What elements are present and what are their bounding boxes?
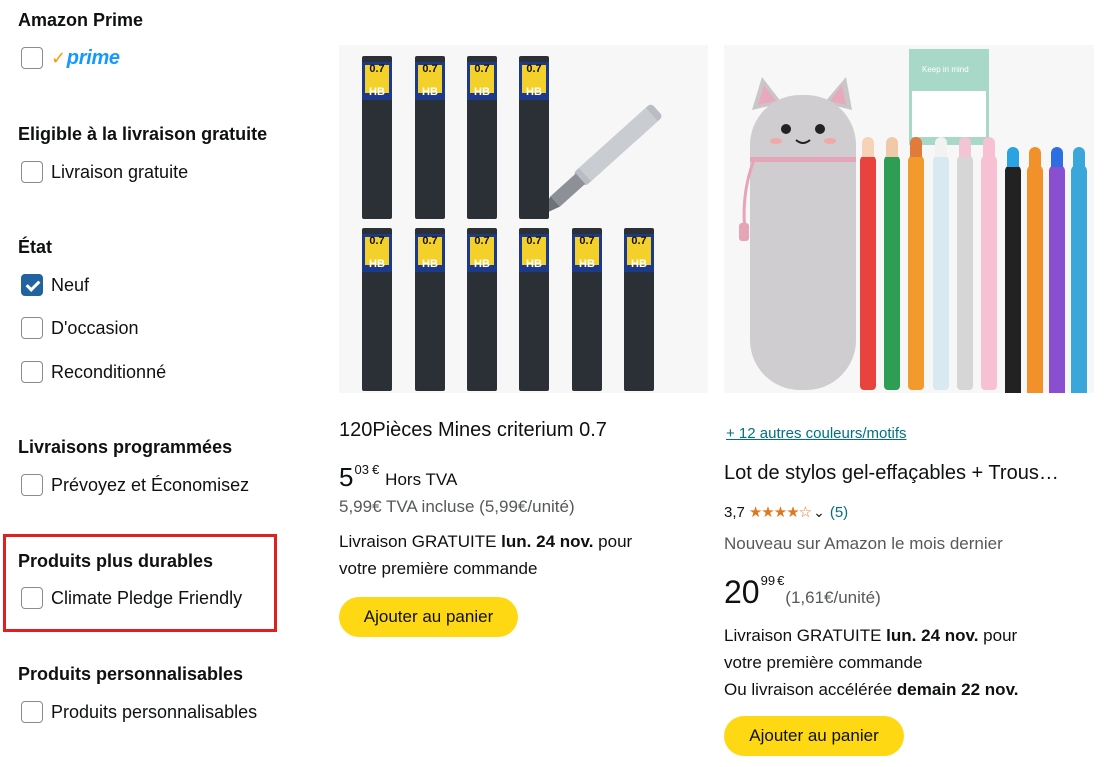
filter-title-scheduled: Livraisons programmées bbox=[18, 437, 233, 457]
filter-option-used[interactable]: D'occasion bbox=[21, 316, 138, 340]
filter-option-refurbished[interactable]: Reconditionné bbox=[21, 360, 166, 384]
filter-title-prime: Amazon Prime bbox=[18, 10, 144, 30]
filter-title-condition: État bbox=[18, 237, 53, 257]
gel-pen bbox=[1071, 147, 1087, 393]
scheduled-checkbox[interactable] bbox=[21, 474, 43, 496]
more-variants-link[interactable]: + 12 autres couleurs/motifs bbox=[726, 425, 907, 442]
gel-pen bbox=[908, 137, 924, 390]
prime-checkbox[interactable] bbox=[21, 47, 43, 69]
price-fraction: 03 bbox=[354, 462, 369, 477]
gel-pen bbox=[981, 137, 997, 390]
filter-option-prime[interactable]: ✓ prime bbox=[21, 46, 120, 70]
lead-tube: 0.7 HB bbox=[624, 228, 654, 391]
free-shipping-label: Livraison gratuite bbox=[51, 161, 189, 182]
star-rating-icon: ★★★★☆ bbox=[748, 504, 812, 521]
climate-pledge-checkbox[interactable] bbox=[21, 587, 43, 609]
delivery-date: lun. 24 nov. bbox=[501, 532, 594, 551]
price-symbol: € bbox=[777, 573, 785, 588]
delivery-prefix: Livraison GRATUITE bbox=[724, 626, 887, 645]
lead-tube: 0.7 HB bbox=[519, 228, 549, 391]
express-delivery-date: demain 22 nov. bbox=[896, 680, 1019, 699]
rating-row[interactable]: 3,7 ★★★★☆ ⌄ (5) bbox=[724, 503, 848, 522]
express-delivery-prefix: Ou livraison accélérée bbox=[724, 680, 897, 699]
delivery-line2: votre première commande bbox=[724, 653, 923, 672]
filter-option-customizable[interactable]: Produits personnalisables bbox=[21, 700, 257, 724]
unit-price: (1,61€/unité) bbox=[785, 588, 881, 607]
prime-logo: ✓ prime bbox=[51, 47, 120, 70]
lead-tube: 0.7 HB bbox=[519, 56, 549, 219]
delivery-date: lun. 24 nov. bbox=[886, 626, 979, 645]
filter-option-free-shipping[interactable]: Livraison gratuite bbox=[21, 160, 188, 184]
price-tax-note: Hors TVA bbox=[385, 470, 458, 489]
product-title[interactable]: 120Pièces Mines criterium 0.7 bbox=[339, 419, 607, 442]
product-image-gel-pens[interactable]: Keep in mind bbox=[724, 45, 1094, 393]
product-price: 5 03 € Hors TVA bbox=[339, 462, 457, 492]
lead-tube: 0.7 HB bbox=[572, 228, 602, 391]
delivery-suffix: pour bbox=[593, 532, 633, 551]
gel-pen bbox=[1049, 147, 1065, 393]
new-checkbox[interactable] bbox=[21, 274, 43, 296]
price-symbol: € bbox=[371, 462, 380, 477]
filter-title-durable: Produits plus durables bbox=[18, 551, 214, 571]
prime-logo-text: prime bbox=[66, 46, 120, 69]
gel-pen bbox=[884, 137, 900, 390]
scheduled-label: Prévoyez et Économisez bbox=[51, 474, 250, 495]
add-to-cart-button[interactable]: Ajouter au panier bbox=[339, 597, 518, 637]
climate-pledge-label: Climate Pledge Friendly bbox=[51, 587, 243, 608]
prime-check-icon: ✓ bbox=[51, 47, 66, 68]
rating-value: 3,7 bbox=[724, 503, 745, 521]
gel-pen bbox=[957, 137, 973, 390]
filter-title-free-shipping: Eligible à la livraison gratuite bbox=[18, 124, 268, 144]
customizable-label: Produits personnalisables bbox=[51, 701, 258, 722]
add-to-cart-button[interactable]: Ajouter au panier bbox=[724, 716, 904, 756]
refurbished-label: Reconditionné bbox=[51, 361, 167, 382]
product-image-lead-refills[interactable]: 0.7 HB 0.7 HB 0.7 HB 0.7 HB 0.7 HB 0.7 H… bbox=[339, 45, 708, 393]
free-shipping-checkbox[interactable] bbox=[21, 161, 43, 183]
used-checkbox[interactable] bbox=[21, 317, 43, 339]
lead-tube: 0.7 HB bbox=[415, 56, 445, 219]
lead-tube: 0.7 HB bbox=[362, 228, 392, 391]
price-whole: 20 bbox=[724, 574, 760, 610]
product-title[interactable]: Lot de stylos gel-effaçables + Trous… bbox=[724, 462, 1059, 485]
sticky-note-text: Keep in mind bbox=[922, 65, 969, 74]
lead-tube: 0.7 HB bbox=[415, 228, 445, 391]
review-count[interactable]: (5) bbox=[830, 504, 848, 521]
chevron-down-icon[interactable]: ⌄ bbox=[813, 504, 825, 521]
delivery-prefix: Livraison GRATUITE bbox=[339, 532, 502, 551]
filter-title-customizable: Produits personnalisables bbox=[18, 664, 244, 684]
lead-tube: 0.7 HB bbox=[362, 56, 392, 219]
price-incl-tax: 5,99€ TVA incluse (5,99€/unité) bbox=[339, 497, 575, 516]
delivery-line2: votre première commande bbox=[339, 559, 538, 578]
delivery-info: Livraison GRATUITE lun. 24 nov. pour vot… bbox=[724, 622, 1018, 703]
delivery-suffix: pour bbox=[978, 626, 1018, 645]
customizable-checkbox[interactable] bbox=[21, 701, 43, 723]
gel-pen bbox=[1027, 147, 1043, 393]
refurbished-checkbox[interactable] bbox=[21, 361, 43, 383]
delivery-info: Livraison GRATUITE lun. 24 nov. pour vot… bbox=[339, 528, 632, 582]
gel-pen bbox=[860, 137, 876, 390]
filter-option-scheduled[interactable]: Prévoyez et Économisez bbox=[21, 473, 249, 497]
price-fraction: 99 bbox=[760, 573, 776, 588]
lead-tube: 0.7 HB bbox=[467, 228, 497, 391]
highlight-box bbox=[3, 534, 277, 632]
filter-sidebar: Amazon Prime ✓ prime Eligible à la livra… bbox=[0, 0, 300, 767]
used-label: D'occasion bbox=[51, 317, 139, 338]
gel-pen bbox=[1005, 147, 1021, 393]
lead-tube: 0.7 HB bbox=[467, 56, 497, 219]
filter-option-climate-pledge[interactable]: Climate Pledge Friendly bbox=[21, 586, 242, 610]
new-label: Neuf bbox=[51, 274, 90, 295]
price-whole: 5 bbox=[339, 462, 354, 492]
gel-pen bbox=[933, 137, 949, 390]
filter-option-new[interactable]: Neuf bbox=[21, 273, 89, 297]
product-price: 20 99 € (1,61€/unité) bbox=[724, 573, 881, 611]
new-badge: Nouveau sur Amazon le mois dernier bbox=[724, 534, 1003, 553]
